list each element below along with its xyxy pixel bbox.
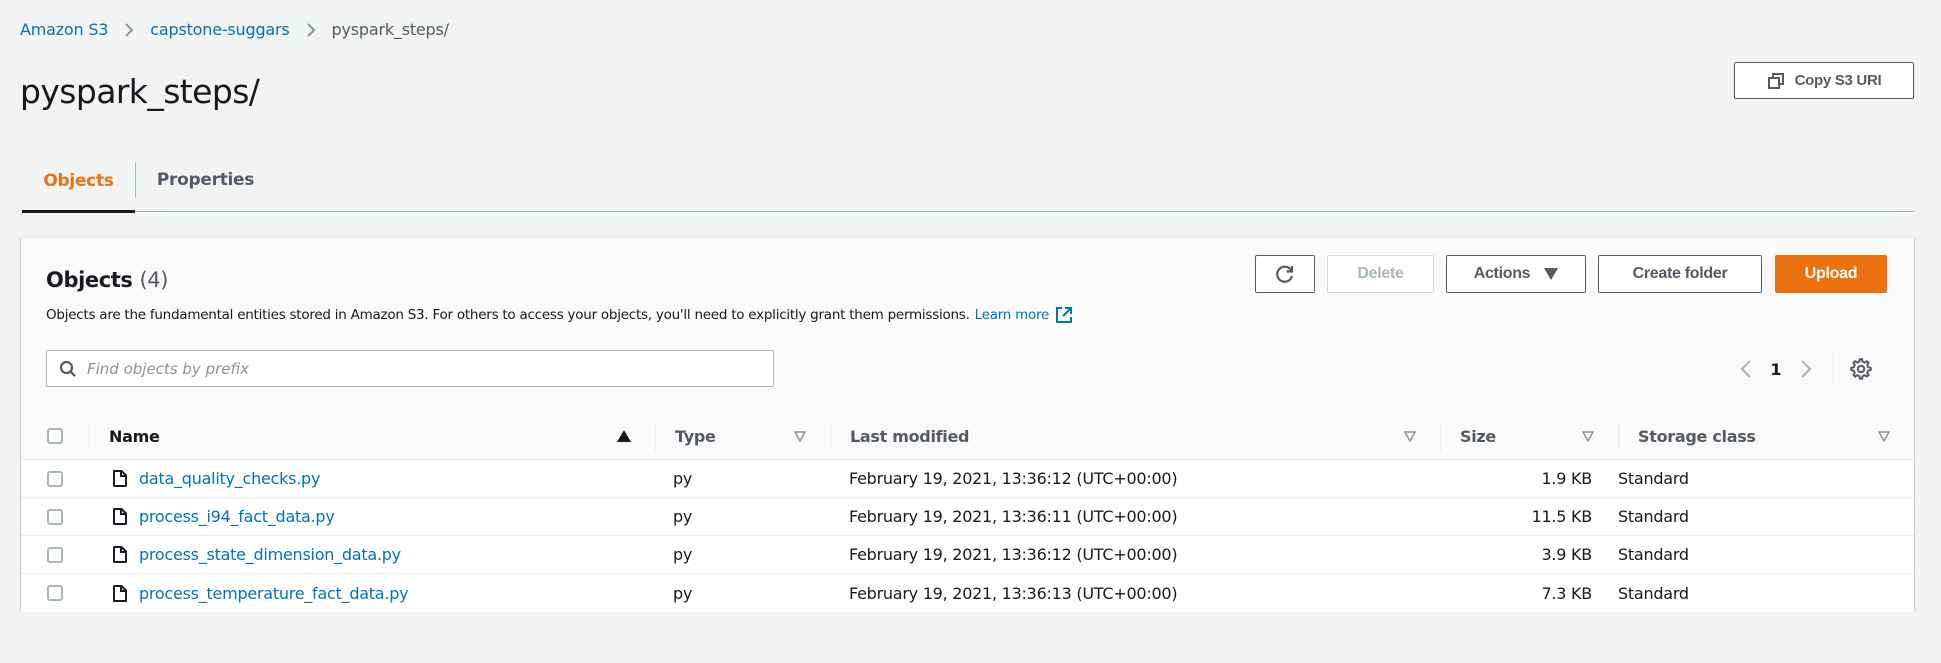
sort-icon[interactable] xyxy=(794,430,806,442)
search-input[interactable] xyxy=(87,359,767,378)
size-cell: 1.9 KB xyxy=(1541,469,1593,488)
pager-divider xyxy=(1833,352,1834,386)
refresh-button[interactable] xyxy=(1255,255,1315,293)
copy-s3-uri-button[interactable]: Copy S3 URI xyxy=(1734,62,1914,99)
next-page-button[interactable] xyxy=(1791,359,1821,379)
select-all-checkbox[interactable] xyxy=(47,428,63,444)
column-header-type[interactable]: Type xyxy=(655,413,830,459)
object-link[interactable]: process_temperature_fact_data.py xyxy=(139,584,409,603)
last-modified-cell: February 19, 2021, 13:36:13 (UTC+00:00) xyxy=(849,583,1178,603)
column-header-storage-class-label: Storage class xyxy=(1638,426,1756,446)
size-cell: 11.5 KB xyxy=(1531,507,1593,526)
search-icon xyxy=(59,360,77,378)
refresh-icon xyxy=(1274,263,1296,285)
gear-icon xyxy=(1850,358,1872,380)
column-header-storage-class[interactable]: Storage class xyxy=(1618,413,1914,459)
tab-objects-label: Objects xyxy=(43,170,114,191)
tab-properties-label: Properties xyxy=(156,170,255,190)
last-modified-cell: February 19, 2021, 13:36:12 (UTC+00:00) xyxy=(849,545,1178,564)
type-cell: py xyxy=(673,507,693,526)
select-all-cell xyxy=(21,413,89,459)
size-cell: 7.3 KB xyxy=(1541,583,1593,603)
column-header-size[interactable]: Size xyxy=(1440,413,1618,459)
file-icon xyxy=(113,584,127,602)
objects-panel: Objects (4) Objects are the fundamental … xyxy=(21,237,1914,612)
column-header-last-modified[interactable]: Last modified xyxy=(830,413,1440,459)
table-preferences-button[interactable] xyxy=(1850,358,1872,380)
storage-class-cell: Standard xyxy=(1618,545,1689,564)
size-cell: 3.9 KB xyxy=(1541,545,1593,564)
caret-down-icon xyxy=(1544,268,1559,280)
chevron-right-icon xyxy=(306,22,316,38)
chevron-right-icon xyxy=(124,22,134,38)
last-modified-cell: February 19, 2021, 13:36:11 (UTC+00:00) xyxy=(849,507,1178,526)
object-link[interactable]: process_state_dimension_data.py xyxy=(139,545,401,564)
delete-button[interactable]: Delete xyxy=(1327,255,1434,293)
column-header-name[interactable]: Name xyxy=(89,413,655,459)
objects-heading-title: Objects xyxy=(46,268,133,292)
type-cell: py xyxy=(673,545,693,564)
sort-icon[interactable] xyxy=(1582,430,1594,442)
page-title: pyspark_steps/ xyxy=(20,72,260,111)
name-cell: data_quality_checks.py xyxy=(21,460,655,497)
objects-table: Name Type Last modified Size Storage cla… xyxy=(21,413,1914,612)
external-link-icon xyxy=(1055,306,1073,324)
storage-class-cell: Standard xyxy=(1618,469,1689,488)
file-icon xyxy=(113,470,127,487)
breadcrumb-current: pyspark_steps/ xyxy=(331,20,450,39)
table-row: process_temperature_fact_data.py py Febr… xyxy=(21,574,1914,612)
copy-icon xyxy=(1767,72,1785,90)
pagination: 1 xyxy=(1731,352,1872,386)
search-box xyxy=(46,350,774,387)
table-row: process_i94_fact_data.py py February 19,… xyxy=(21,498,1914,536)
objects-heading: Objects (4) xyxy=(46,268,168,292)
upload-button[interactable]: Upload xyxy=(1775,255,1887,293)
table-row: process_state_dimension_data.py py Febru… xyxy=(21,536,1914,574)
objects-description-text: Objects are the fundamental entities sto… xyxy=(46,307,970,323)
chevron-right-icon xyxy=(1800,359,1812,379)
sort-icon[interactable] xyxy=(1878,430,1890,442)
tab-bar: Objects Properties xyxy=(22,150,1914,213)
storage-class-cell: Standard xyxy=(1618,507,1689,526)
table-body: data_quality_checks.py py February 19, 2… xyxy=(21,460,1914,612)
type-cell: py xyxy=(673,583,693,603)
column-header-last-modified-label: Last modified xyxy=(850,426,970,446)
objects-description: Objects are the fundamental entities sto… xyxy=(46,306,1073,324)
sort-ascending-icon[interactable] xyxy=(617,430,631,442)
column-header-name-label: Name xyxy=(109,426,160,446)
file-icon xyxy=(113,546,127,563)
breadcrumb: Amazon S3 capstone-suggars pyspark_steps… xyxy=(20,20,449,39)
column-header-type-label: Type xyxy=(675,426,716,446)
previous-page-button[interactable] xyxy=(1731,359,1761,379)
objects-count: (4) xyxy=(139,268,168,292)
name-cell: process_temperature_fact_data.py xyxy=(21,574,655,612)
type-cell: py xyxy=(673,469,693,488)
table-header: Name Type Last modified Size Storage cla… xyxy=(21,413,1914,460)
last-modified-cell: February 19, 2021, 13:36:12 (UTC+00:00) xyxy=(849,469,1178,488)
tab-objects[interactable]: Objects xyxy=(22,150,135,213)
column-header-size-label: Size xyxy=(1460,426,1496,446)
copy-s3-uri-label: Copy S3 URI xyxy=(1794,72,1882,89)
table-row: data_quality_checks.py py February 19, 2… xyxy=(21,460,1914,498)
storage-class-cell: Standard xyxy=(1618,583,1689,603)
current-page[interactable]: 1 xyxy=(1761,360,1791,379)
breadcrumb-amazon-s3[interactable]: Amazon S3 xyxy=(20,20,108,39)
create-folder-button[interactable]: Create folder xyxy=(1598,255,1762,293)
breadcrumb-bucket[interactable]: capstone-suggars xyxy=(150,20,289,39)
actions-label: Actions xyxy=(1473,265,1531,282)
chevron-left-icon xyxy=(1740,359,1752,379)
sort-icon[interactable] xyxy=(1404,430,1416,442)
learn-more-label: Learn more xyxy=(974,307,1050,323)
file-icon xyxy=(113,508,127,525)
tab-properties[interactable]: Properties xyxy=(135,162,275,198)
object-link[interactable]: data_quality_checks.py xyxy=(139,469,320,488)
object-link[interactable]: process_i94_fact_data.py xyxy=(139,507,335,526)
learn-more-link[interactable]: Learn more xyxy=(975,306,1074,324)
actions-dropdown-button[interactable]: Actions xyxy=(1446,255,1586,293)
name-cell: process_i94_fact_data.py xyxy=(21,498,655,535)
name-cell: process_state_dimension_data.py xyxy=(21,536,655,573)
